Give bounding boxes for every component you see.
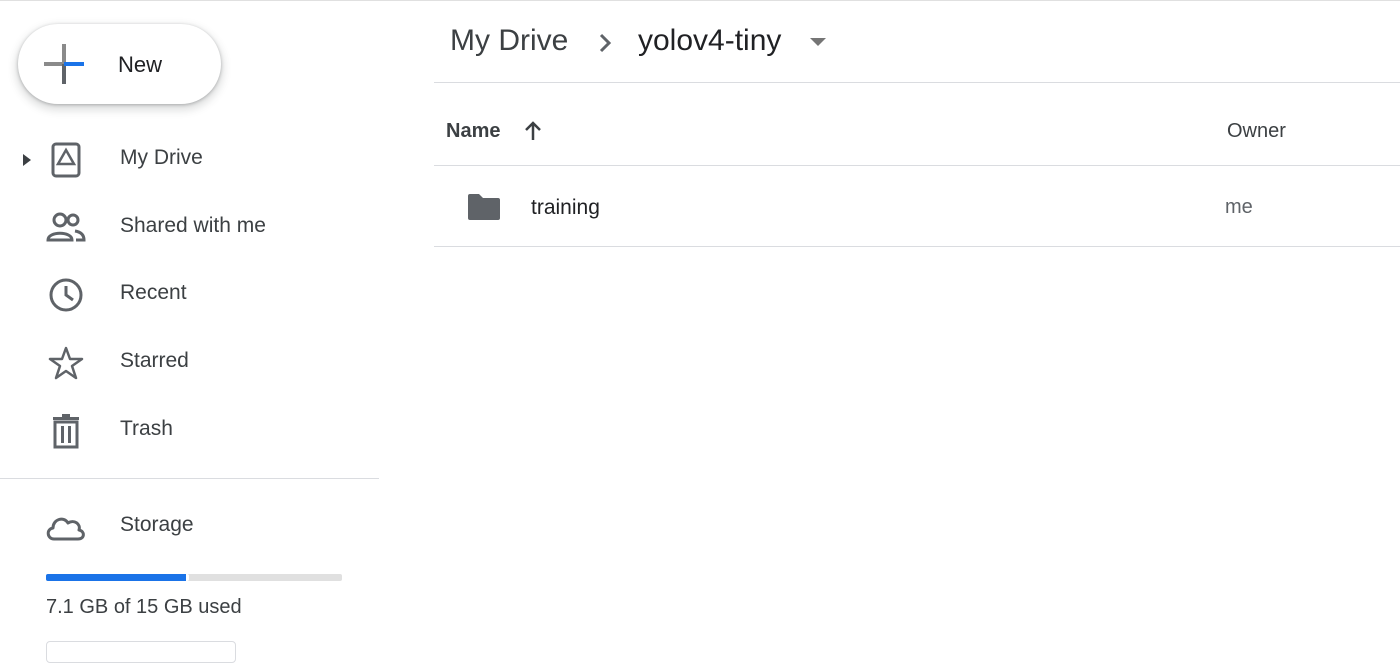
column-header-name[interactable]: Name bbox=[446, 120, 500, 143]
file-owner: me bbox=[1225, 196, 1253, 218]
breadcrumb-root[interactable]: My Drive bbox=[450, 24, 568, 58]
sidebar-item-trash[interactable]: Trash bbox=[0, 403, 380, 459]
sidebar-item-label: Recent bbox=[120, 281, 187, 304]
sidebar-item-starred[interactable]: Starred bbox=[0, 335, 380, 391]
breadcrumb-current[interactable]: yolov4-tiny bbox=[638, 24, 781, 58]
sidebar-divider bbox=[0, 478, 379, 479]
storage-fill bbox=[46, 574, 189, 581]
folder-icon bbox=[468, 194, 500, 220]
table-row[interactable]: training me bbox=[434, 166, 1400, 246]
sidebar-item-recent[interactable]: Recent bbox=[0, 267, 380, 323]
sidebar-item-label: Trash bbox=[120, 417, 173, 440]
clock-icon bbox=[49, 278, 83, 312]
new-button[interactable]: New bbox=[18, 24, 221, 104]
sidebar-item-storage[interactable]: Storage bbox=[0, 499, 380, 555]
buy-storage-button[interactable] bbox=[46, 641, 236, 663]
trash-icon bbox=[53, 414, 79, 449]
caret-down-icon[interactable] bbox=[808, 36, 828, 48]
new-button-label: New bbox=[118, 52, 163, 77]
file-name: training bbox=[531, 196, 600, 219]
my-drive-icon bbox=[51, 142, 81, 178]
arrow-up-icon[interactable] bbox=[522, 120, 544, 142]
sidebar: New My Drive Shared with me Recent Starr… bbox=[0, 0, 380, 663]
header-divider bbox=[434, 82, 1400, 83]
star-icon bbox=[48, 346, 84, 380]
sidebar-item-label: Shared with me bbox=[120, 214, 266, 237]
sidebar-item-label: Starred bbox=[120, 349, 189, 372]
people-icon bbox=[46, 212, 86, 242]
expand-arrow-icon[interactable] bbox=[20, 152, 34, 168]
row-divider bbox=[434, 246, 1400, 247]
column-header-owner: Owner bbox=[1227, 120, 1286, 142]
cloud-icon bbox=[46, 517, 85, 541]
sidebar-item-my-drive[interactable]: My Drive bbox=[0, 132, 380, 188]
storage-usage-text: 7.1 GB of 15 GB used bbox=[46, 596, 242, 618]
storage-progress-bar bbox=[46, 574, 342, 581]
sidebar-item-shared[interactable]: Shared with me bbox=[0, 200, 380, 256]
sidebar-item-label: My Drive bbox=[120, 146, 203, 169]
chevron-right-icon bbox=[599, 33, 612, 53]
sidebar-item-label: Storage bbox=[120, 513, 194, 536]
plus-icon bbox=[44, 44, 84, 84]
